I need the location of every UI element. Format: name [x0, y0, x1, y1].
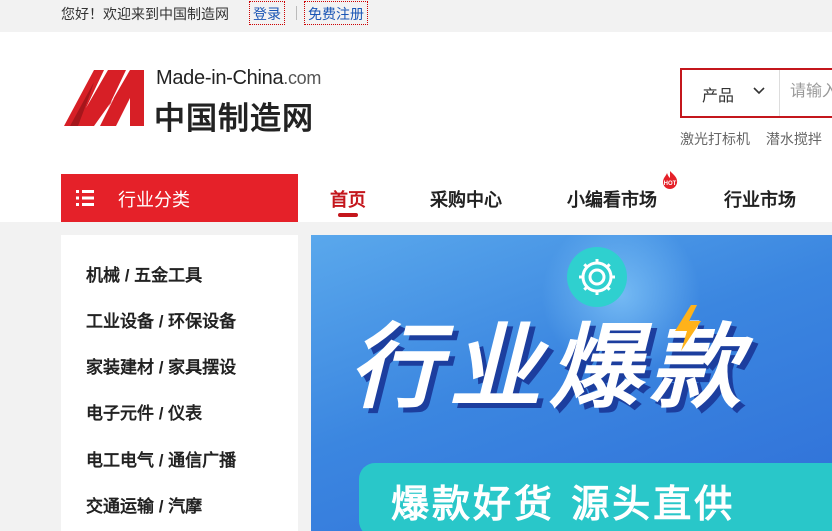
category-sidebar: 机械 / 五金工具 工业设备 / 环保设备 家装建材 / 家具摆设 电子元件 /… — [61, 235, 298, 531]
hot-search-link[interactable]: 激光打标机 — [680, 131, 750, 147]
svg-text:HOT: HOT — [664, 181, 677, 187]
register-link[interactable]: 免费注册 — [304, 1, 368, 25]
nav-purchase-center[interactable]: 采购中心 — [430, 186, 502, 212]
lightning-icon — [675, 305, 701, 351]
logo-mark-icon — [64, 70, 144, 126]
divider — [296, 6, 297, 20]
sidebar-item[interactable]: 电子元件 / 仪表 — [86, 399, 202, 424]
search-category-label: 产品 — [702, 88, 735, 105]
nav-industry-market[interactable]: 行业市场 — [724, 186, 796, 212]
list-icon — [76, 190, 94, 206]
sidebar-item[interactable]: 电工电气 / 通信广播 — [86, 446, 236, 471]
chevron-down-icon — [753, 87, 765, 95]
sidebar-item[interactable]: 家装建材 / 家具摆设 — [86, 353, 236, 378]
active-indicator — [338, 213, 358, 217]
site-logo[interactable]: Made-in-China.com 中国制造网 — [64, 64, 324, 137]
promo-banner[interactable]: 行业爆款 爆款好货 源头直供 — [311, 235, 832, 531]
logo-chinese: 中国制造网 — [154, 101, 314, 137]
nav-home[interactable]: 首页 — [330, 186, 366, 217]
category-menu-button[interactable]: 行业分类 — [61, 174, 298, 222]
sidebar-item[interactable]: 交通运输 / 汽摩 — [86, 492, 202, 517]
category-menu-label: 行业分类 — [118, 190, 190, 210]
login-link[interactable]: 登录 — [249, 1, 285, 25]
search-input[interactable] — [790, 78, 832, 106]
logo-english: Made-in-China.com — [156, 67, 322, 89]
top-bar: 您好！欢迎来到中国制造网 登录 免费注册 — [0, 0, 832, 32]
sidebar-item[interactable]: 工业设备 / 环保设备 — [86, 307, 236, 332]
hot-search-words: 激光打标机 潜水搅拌 — [680, 129, 832, 149]
search-box: 产品 — [680, 68, 832, 118]
welcome-text: 您好！欢迎来到中国制造网 — [61, 6, 229, 22]
hot-badge-icon: HOT — [663, 171, 678, 189]
hot-search-link[interactable]: 潜水搅拌 — [766, 131, 822, 147]
nav-editor-market[interactable]: 小编看市场 — [567, 186, 657, 212]
sidebar-item[interactable]: 机械 / 五金工具 — [86, 261, 202, 286]
search-category-select[interactable]: 产品 — [682, 70, 780, 116]
banner-subtitle: 爆款好货 源头直供 — [391, 482, 736, 526]
